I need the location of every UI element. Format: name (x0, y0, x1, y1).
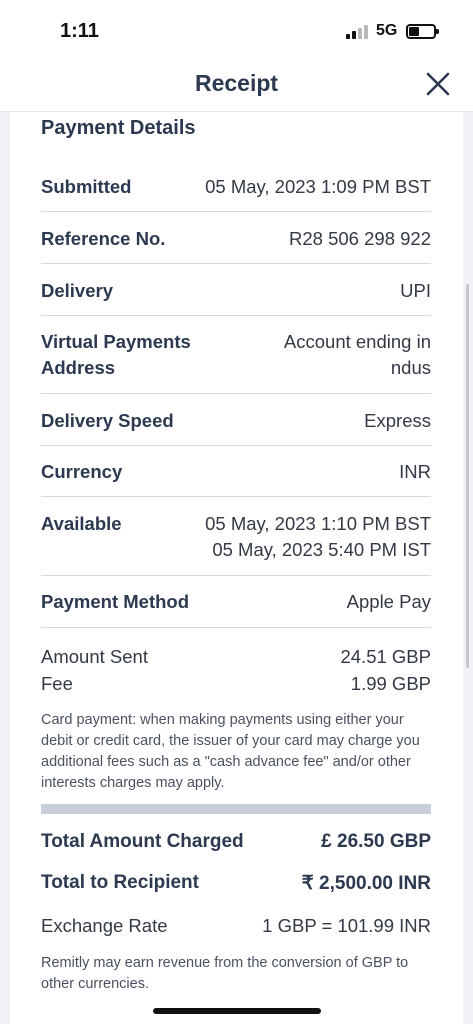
signal-icon (346, 25, 370, 39)
total-charged-row: Total Amount Charged £ 26.50 GBP (41, 831, 431, 859)
total-recipient-label: Total to Recipient (41, 872, 199, 893)
row-label: Currency (41, 461, 123, 482)
total-recipient-value: ₹ 2,500.00 INR (301, 873, 431, 894)
total-charged-label: Total Amount Charged (41, 831, 244, 852)
row-value: UPI (400, 280, 431, 301)
header: Receipt (0, 62, 473, 112)
row-value: Account ending in ndus (283, 331, 431, 378)
page-title: Receipt (194, 70, 279, 96)
row-value: R28 506 298 922 (289, 228, 431, 249)
detail-row-payment-method: Payment Method Apple Pay (41, 589, 431, 628)
exchange-rate-label: Exchange Rate (41, 915, 168, 936)
detail-row-submitted: Submitted 05 May, 2023 1:09 PM BST (41, 174, 431, 212)
row-label: Available (41, 513, 122, 534)
row-label: Virtual Payments Address (41, 331, 191, 378)
fee-value: 1.99 GBP (350, 673, 431, 694)
status-bar: 1:11 5G (0, 0, 473, 62)
row-label: Reference No. (41, 228, 166, 249)
card-payment-note: Card payment: when making payments using… (41, 712, 420, 791)
row-label: Payment Method (41, 591, 190, 612)
amount-sent-row: Amount Sent 24.51 GBP (41, 644, 431, 670)
detail-row-delivery-speed: Delivery Speed Express (41, 408, 431, 446)
row-label: Submitted (41, 176, 132, 197)
row-value: 05 May, 2023 1:10 PM BST 05 May, 2023 5:… (191, 511, 431, 563)
amount-sent-value: 24.51 GBP (340, 646, 431, 667)
divider-bar (41, 804, 431, 814)
row-value: INR (399, 461, 431, 482)
available-bst: 05 May, 2023 1:10 PM BST (205, 513, 431, 534)
detail-row-virtual-payments-address: Virtual Payments Address Account ending … (41, 329, 431, 394)
detail-row-currency: Currency INR (41, 459, 431, 497)
available-ist: 05 May, 2023 5:40 PM IST (212, 539, 431, 560)
network-label: 5G (376, 22, 398, 39)
exchange-rate-row: Exchange Rate 1 GBP = 101.99 INR (41, 913, 431, 939)
amount-sent-label: Amount Sent (41, 646, 148, 667)
close-icon (426, 72, 450, 96)
revenue-note: Remitly may earn revenue from the conver… (41, 955, 409, 992)
detail-row-delivery: Delivery UPI (41, 278, 431, 316)
detail-row-reference: Reference No. R28 506 298 922 (41, 226, 431, 264)
fee-row: Fee 1.99 GBP (41, 671, 431, 697)
row-value: Apple Pay (346, 591, 431, 612)
close-button[interactable] (424, 70, 452, 98)
row-value: Express (364, 410, 431, 431)
status-time: 1:11 (60, 20, 99, 42)
section-title: Payment Details (41, 117, 196, 139)
exchange-rate-value: 1 GBP = 101.99 INR (262, 915, 431, 936)
total-charged-value: £ 26.50 GBP (321, 831, 431, 852)
battery-icon (406, 24, 439, 39)
row-value: 05 May, 2023 1:09 PM BST (205, 176, 431, 197)
scrollbar[interactable] (466, 284, 469, 668)
row-label: Delivery Speed (41, 410, 174, 431)
fee-label: Fee (41, 673, 73, 694)
detail-row-available: Available 05 May, 2023 1:10 PM BST 05 Ma… (41, 511, 431, 576)
row-label: Delivery (41, 280, 113, 301)
total-recipient-row: Total to Recipient ₹ 2,500.00 INR (41, 872, 431, 900)
home-indicator[interactable] (153, 1008, 321, 1014)
